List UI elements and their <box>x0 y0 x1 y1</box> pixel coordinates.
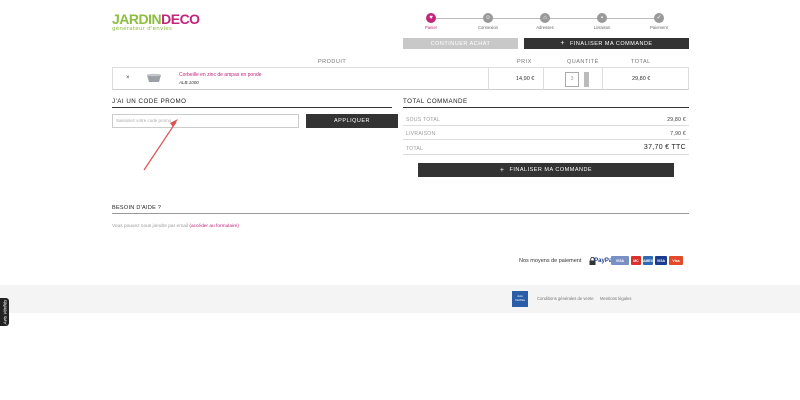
total-title: TOTAL COMMANDE <box>403 98 468 105</box>
payment-cards: PayPal VISA MC AMEX VISA Visa <box>594 256 683 265</box>
logo[interactable]: JARDINDECO générateur d'envies <box>112 12 200 32</box>
paypal-card-icon: PayPal <box>594 256 614 265</box>
amex-card-icon: AMEX <box>643 256 653 265</box>
shipping-value: 7,90 € <box>670 131 686 137</box>
contact-form-link[interactable]: (accéder au formulaire) <box>189 224 239 229</box>
shipping-label: LIVRAISON <box>406 131 436 137</box>
mastercard-icon: MC <box>631 256 641 265</box>
header-price: PRIX <box>517 59 532 65</box>
help-title: BESOIN D'AIDE ? <box>112 205 162 211</box>
avis-verifies-badge[interactable]: Avis Vérifiés <box>512 291 528 307</box>
user-icon: ☺ <box>483 13 493 23</box>
footer: Avis Vérifiés Conditions générales de ve… <box>0 285 800 313</box>
quantity-stepper[interactable] <box>584 72 589 87</box>
finish-order-button-top[interactable]: + FINALISER MA COMMANDE <box>524 38 689 49</box>
header-total: TOTAL <box>631 59 651 65</box>
step-label: Livraison <box>593 25 611 30</box>
home-icon: ⌂ <box>540 13 550 23</box>
header-quantity: QUANTITÉ <box>567 59 599 65</box>
reviews-side-tab-label: Avis Vérifiés <box>2 299 7 325</box>
annotation-arrow <box>143 119 178 171</box>
quantity-input[interactable]: 3 <box>565 72 579 87</box>
visa-debit-icon: VISA <box>655 256 667 265</box>
reviews-side-tab[interactable]: Avis Vérifiés <box>0 298 9 326</box>
cart-page: JARDINDECO générateur d'envies ♥ Panier … <box>0 0 800 400</box>
visa-card-icon: VISA <box>611 256 629 265</box>
footer-link-cgv[interactable]: Conditions générales de vente <box>537 296 594 301</box>
apply-promo-button[interactable]: APPLIQUER <box>306 114 398 128</box>
cart-header: PRODUIT PRIX QUANTITÉ TOTAL <box>112 57 689 68</box>
logo-deco: DECO <box>161 11 200 27</box>
step-label: Panier <box>424 25 438 30</box>
shipping-row: LIVRAISON 7,90 € <box>403 127 689 140</box>
total-divider <box>403 107 689 108</box>
check-icon: ✓ <box>654 13 664 23</box>
product-thumbnail[interactable] <box>146 72 162 84</box>
subtotal-row: SOUS TOTAL 29,80 € <box>403 113 689 126</box>
finish-order-label: FINALISER MA COMMANDE <box>569 40 653 47</box>
continue-shopping-button[interactable]: CONTINUER ACHAT <box>403 38 518 49</box>
grand-total-value: 37,70 € TTC <box>643 144 686 151</box>
plus-icon: + <box>499 166 505 174</box>
logo-jardin: JARDIN <box>112 11 162 27</box>
truck-icon: ▪ <box>597 13 607 23</box>
finish-order-button[interactable]: + FINALISER MA COMMANDE <box>418 163 674 177</box>
promo-title: J'AI UN CODE PROMO <box>112 98 187 105</box>
visa-electron-icon: Visa <box>669 256 683 265</box>
subtotal-value: 29,80 € <box>667 117 686 123</box>
plus-icon: + <box>560 40 565 47</box>
step-label: Adresses <box>536 25 554 30</box>
subtotal-label: SOUS TOTAL <box>406 117 441 123</box>
promo-divider <box>112 107 392 108</box>
help-text: Vous pouvez nous joindre par email (accé… <box>112 224 239 229</box>
step-label: Paiement <box>650 25 668 30</box>
footer-link-mentions[interactable]: Mentions légales <box>600 296 631 301</box>
header-product: PRODUIT <box>318 59 347 65</box>
step-label: Connexion <box>477 25 499 30</box>
product-price: 14,90 € <box>516 76 535 82</box>
logo-wordmark: JARDINDECO <box>112 12 200 26</box>
step-adresses: ⌂ Adresses <box>525 13 565 30</box>
checkout-steps: ♥ Panier ☺ Connexion ⌂ Adresses ▪ Livrai… <box>420 13 670 33</box>
finish-order-label: FINALISER MA COMMANDE <box>509 167 593 173</box>
grand-total-row: TOTAL 37,70 € TTC <box>403 142 689 155</box>
table-row: × Corbeille en zinc de ampas en ponde AL… <box>112 68 689 90</box>
step-paiement: ✓ Paiement <box>639 13 679 30</box>
payment-methods-label: Nos moyens de paiement <box>519 258 582 264</box>
product-total: 29,80 € <box>632 76 651 82</box>
help-divider <box>112 213 689 214</box>
step-panier[interactable]: ♥ Panier <box>411 13 451 30</box>
step-connexion: ☺ Connexion <box>468 13 508 30</box>
step-livraison: ▪ Livraison <box>582 13 622 30</box>
remove-item-icon[interactable]: × <box>126 75 130 81</box>
product-name-link[interactable]: Corbeille en zinc de ampas en ponde <box>179 72 262 78</box>
cart-icon: ♥ <box>426 13 436 23</box>
product-ref: ALB.1000 <box>179 80 199 85</box>
cart-table: PRODUIT PRIX QUANTITÉ TOTAL × Corbeille … <box>112 57 689 90</box>
grand-total-label: TOTAL <box>406 146 424 152</box>
help-text-body: Vous pouvez nous joindre par email <box>112 224 190 229</box>
